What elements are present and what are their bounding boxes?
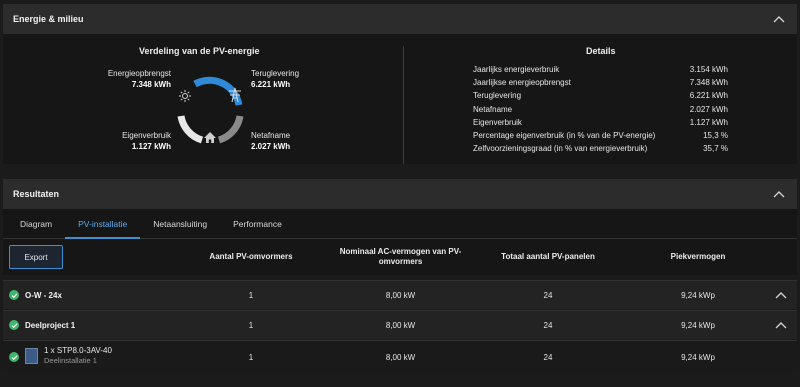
device-name: 1 x STP8.0-3AV-40 xyxy=(44,346,112,355)
tab-netaansluiting[interactable]: Netaansluiting xyxy=(140,209,220,238)
check-circle-icon xyxy=(9,352,19,362)
col-panels: Totaal aantal PV-panelen xyxy=(501,252,595,261)
grid-draw-label: Netafname 2.027 kWh xyxy=(251,131,291,151)
table-row[interactable]: 1 x STP8.0-3AV-40 Deelinstallatie 1 1 8,… xyxy=(3,340,797,373)
col-peak: Piekvermogen xyxy=(670,252,726,261)
chevron-up-icon[interactable] xyxy=(773,317,789,333)
tab-performance[interactable]: Performance xyxy=(220,209,295,238)
chevron-up-icon[interactable] xyxy=(773,287,789,303)
tab-pv-installatie[interactable]: PV-installatie xyxy=(65,209,141,239)
col-ac-power: Nominaal AC-vermogen van PV-omvormers xyxy=(339,247,462,266)
grid-draw-value: 2.027 kWh xyxy=(251,142,291,151)
distribution-title: Verdeling van de PV-energie xyxy=(139,46,260,56)
production-value: 7.348 kWh xyxy=(131,80,171,89)
energy-panel: Energie & milieu Verdeling van de PV-ene… xyxy=(3,4,797,164)
tab-diagram[interactable]: Diagram xyxy=(7,209,65,238)
details-title: Details xyxy=(586,46,616,56)
cell-panels: 24 xyxy=(543,320,553,330)
gauge-consumption-arc xyxy=(177,115,204,144)
self-consumption-value: 1.127 kWh xyxy=(131,142,171,151)
details-table: Jaarlijks energieverbruik 3.154 kWh Jaarl… xyxy=(473,63,728,155)
cell-ac-power: 8,00 kW xyxy=(385,352,416,362)
device-sub: Deelinstallatie 1 xyxy=(44,356,97,365)
cell-peak: 9,24 kWp xyxy=(681,352,715,362)
details-row: Eigenverbruik 1.127 kWh xyxy=(473,117,728,127)
inverter-device-icon xyxy=(25,348,38,364)
cell-ac-power: 8,00 kW xyxy=(385,290,416,300)
house-icon xyxy=(204,132,216,143)
cell-inverters: 1 xyxy=(248,290,254,300)
details-row: Teruglevering 6.221 kWh xyxy=(473,91,728,101)
feed-in-value: 6.221 kWh xyxy=(251,80,291,89)
sun-icon xyxy=(179,90,191,102)
table-row[interactable]: Deelproject 1 1 8,00 kW 24 9,24 kWp xyxy=(3,310,797,339)
cell-peak: 9,24 kWp xyxy=(681,290,715,300)
cell-peak: 9,24 kWp xyxy=(681,320,715,330)
table-header: Export Aantal PV-omvormers Nominaal AC-v… xyxy=(3,239,797,275)
results-panel: Resultaten Diagram PV-installatie Netaan… xyxy=(3,179,797,387)
row-name: Deelproject 1 xyxy=(25,320,76,330)
export-button[interactable]: Export xyxy=(9,245,63,269)
details-row: Jaarlijks energieverbruik 3.154 kWh xyxy=(473,65,728,75)
feed-in-label: Teruglevering 6.221 kWh xyxy=(251,69,300,89)
chevron-up-icon[interactable] xyxy=(771,186,787,202)
cell-panels: 24 xyxy=(543,290,553,300)
table-row[interactable]: O-W - 24x 1 8,00 kW 24 9,24 kWp xyxy=(3,280,797,309)
col-inverters: Aantal PV-omvormers xyxy=(209,252,293,261)
details-row: Netafname 2.027 kWh xyxy=(473,104,728,114)
chevron-up-icon[interactable] xyxy=(771,11,787,27)
results-panel-title: Resultaten xyxy=(13,189,60,199)
energy-distribution-gauge xyxy=(177,76,244,144)
results-tabs: Diagram PV-installatie Netaansluiting Pe… xyxy=(3,209,797,239)
details-row: Zelfvoorzieningsgraad (in % van energiev… xyxy=(473,144,728,154)
check-circle-icon xyxy=(9,290,19,300)
energy-panel-header[interactable]: Energie & milieu xyxy=(3,4,797,34)
cell-panels: 24 xyxy=(543,352,553,362)
row-name: O-W - 24x xyxy=(25,290,62,300)
details-row: Percentage eigenverbruik (in % van de PV… xyxy=(473,131,728,141)
cell-inverters: 1 xyxy=(248,320,254,330)
gauge-grid-arc xyxy=(217,115,244,144)
check-circle-icon xyxy=(9,320,19,330)
device-label: 1 x STP8.0-3AV-40 Deelinstallatie 1 xyxy=(44,346,112,366)
cell-ac-power: 8,00 kW xyxy=(385,320,416,330)
panel-divider xyxy=(403,46,404,164)
energy-panel-title: Energie & milieu xyxy=(13,14,84,24)
energy-panel-body: Verdeling van de PV-energie Energieopbre… xyxy=(3,34,797,164)
results-panel-header[interactable]: Resultaten xyxy=(3,179,797,209)
production-label: Energieopbrengst 7.348 kWh xyxy=(107,69,171,89)
details-row: Jaarlijkse energieopbrengst 7.348 kWh xyxy=(473,78,728,88)
cell-inverters: 1 xyxy=(248,352,254,362)
self-consumption-label: Eigenverbruik 1.127 kWh xyxy=(107,130,171,152)
